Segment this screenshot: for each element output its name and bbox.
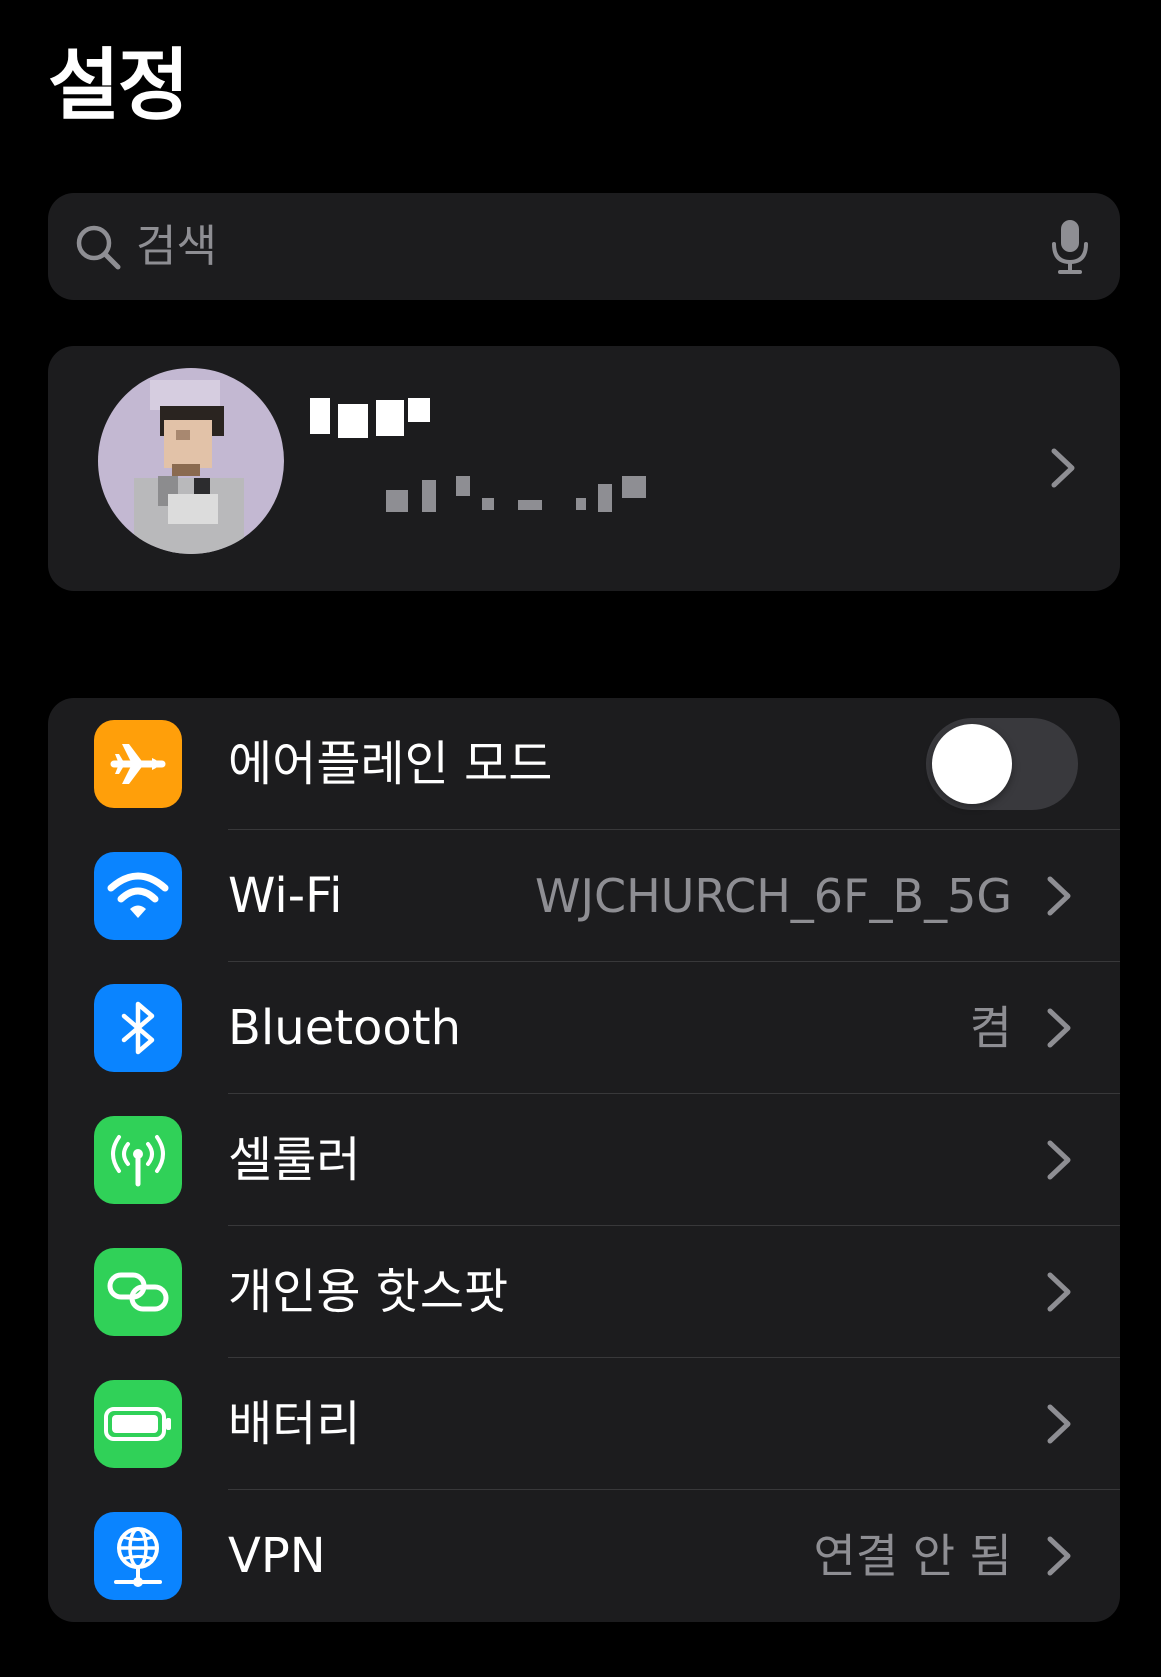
avatar [98,368,284,554]
vpn-row[interactable]: VPN 연결 안 됨 [48,1490,1120,1622]
bluetooth-label: Bluetooth [228,1000,462,1056]
chevron-right-icon [1047,1140,1071,1180]
account-subtitle [386,476,666,516]
airplane-mode-toggle[interactable] [926,718,1078,810]
vpn-status: 연결 안 됨 [813,1529,1012,1583]
vpn-label: VPN [228,1528,326,1584]
chevron-right-icon [1047,1272,1071,1312]
airplane-mode-label: 에어플레인 모드 [228,736,553,792]
chevron-right-icon [1051,448,1075,488]
chevron-right-icon [1047,1404,1071,1444]
personal-hotspot-label: 개인용 핫스팟 [228,1264,509,1320]
wifi-label: Wi-Fi [228,868,343,924]
cellular-row[interactable]: 셀룰러 [48,1094,1120,1226]
search-icon [72,221,124,273]
bluetooth-icon [94,984,182,1072]
globe-icon [94,1512,182,1600]
personal-hotspot-row[interactable]: 개인용 핫스팟 [48,1226,1120,1358]
bluetooth-status: 켬 [969,1001,1012,1055]
bluetooth-row[interactable]: Bluetooth 켬 [48,962,1120,1094]
battery-icon [94,1380,182,1468]
cellular-label: 셀룰러 [228,1132,361,1188]
airplane-mode-row[interactable]: 에어플레인 모드 [48,698,1120,830]
chevron-right-icon [1047,876,1071,916]
chevron-right-icon [1047,1536,1071,1576]
search-bar[interactable] [48,193,1120,300]
wifi-icon [94,852,182,940]
battery-label: 배터리 [228,1396,361,1452]
antenna-icon [94,1116,182,1204]
chevron-right-icon [1047,1008,1071,1048]
wifi-network-name: WJCHURCH_6F_B_5G [534,869,1012,923]
apple-account-card[interactable] [48,346,1120,591]
page-title: 설정 [48,41,190,131]
airplane-icon [94,720,182,808]
battery-row[interactable]: 배터리 [48,1358,1120,1490]
wifi-row[interactable]: Wi-Fi WJCHURCH_6F_B_5G [48,830,1120,962]
microphone-icon[interactable] [1044,217,1096,277]
link-icon [94,1248,182,1336]
connectivity-settings-group: 에어플레인 모드 Wi-Fi WJCHURCH_6F_B_5G Bluetoot… [48,698,1120,1622]
account-name [310,398,450,446]
search-input[interactable] [124,221,1044,272]
toggle-knob [932,724,1012,804]
